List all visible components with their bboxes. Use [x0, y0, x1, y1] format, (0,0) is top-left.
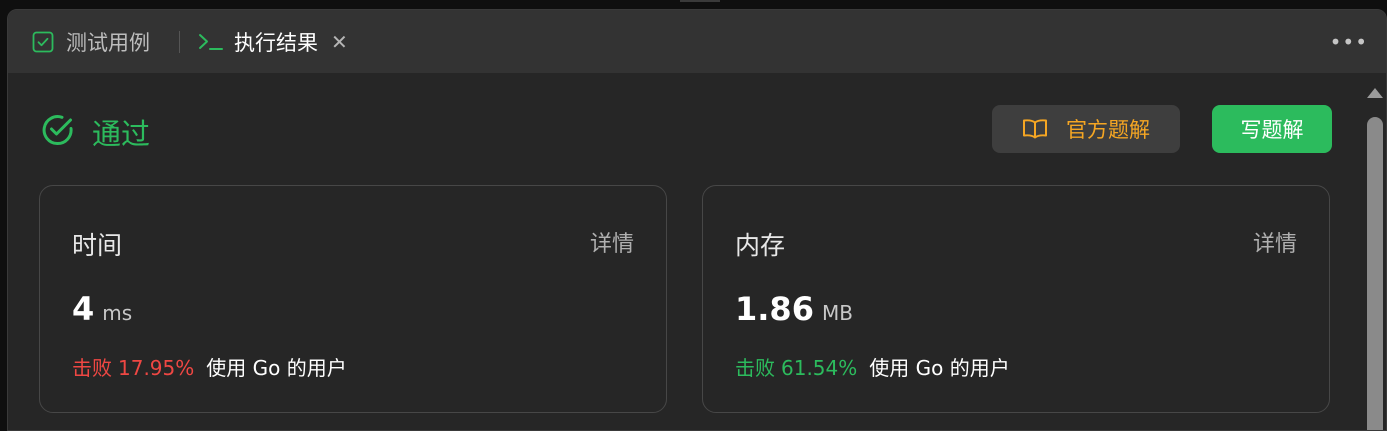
value-number: 1.86: [735, 290, 814, 328]
write-solution-label: 写题解: [1240, 118, 1304, 142]
card-title: 内存: [735, 231, 786, 260]
check-circle-icon: [40, 112, 76, 152]
beat-label: 击败: [735, 356, 775, 380]
status-header: 通过: [40, 111, 150, 153]
beat-stat: 击败 61.54% 使用 Go 的用户: [735, 352, 1010, 381]
checkbox-icon: [32, 31, 54, 53]
status-label: 通过: [92, 117, 151, 151]
tab-divider: [179, 31, 180, 53]
beat-label: 击败: [72, 356, 112, 380]
card-title: 时间: [72, 231, 123, 260]
tab-label: 执行结果: [234, 30, 318, 55]
memory-card: 内存 详情 1.86 MB 击败 61.54% 使用 Go 的用户: [702, 185, 1330, 413]
beat-percent: 17.95%: [118, 356, 195, 380]
official-solution-label: 官方题解: [1066, 118, 1150, 142]
beat-description: 使用 Go 的用户: [206, 356, 347, 380]
scroll-thumb[interactable]: [1367, 117, 1383, 430]
tab-run-result[interactable]: 执行结果 ✕: [198, 10, 348, 73]
detail-link[interactable]: 详情: [1253, 226, 1297, 258]
more-options-icon[interactable]: •••: [1330, 30, 1368, 54]
value-unit: MB: [821, 301, 853, 325]
detail-link[interactable]: 详情: [590, 226, 634, 258]
write-solution-button[interactable]: 写题解: [1212, 105, 1332, 153]
beat-stat: 击败 17.95% 使用 Go 的用户: [72, 352, 347, 381]
window-notch: [680, 0, 720, 2]
memory-value: 1.86 MB: [735, 290, 853, 328]
value-number: 4: [72, 290, 95, 328]
beat-percent: 61.54%: [781, 356, 858, 380]
runtime-value: 4 ms: [72, 290, 132, 328]
tab-bar: 测试用例 执行结果 ✕ •••: [8, 10, 1386, 73]
result-content: 通过 官方题解 写题解 时间 详情 4 ms 击败 17.95% 使用 Go 的用…: [8, 73, 1364, 430]
runtime-card: 时间 详情 4 ms 击败 17.95% 使用 Go 的用户: [39, 185, 667, 413]
result-panel: 测试用例 执行结果 ✕ ••• 通过 官方题解 写题解 时间 详情 4 ms 击…: [7, 9, 1387, 431]
close-icon[interactable]: ✕: [331, 30, 348, 54]
tab-label: 测试用例: [66, 30, 150, 55]
tab-test-cases[interactable]: 测试用例: [32, 10, 150, 73]
terminal-icon: [198, 32, 224, 52]
beat-description: 使用 Go 的用户: [869, 356, 1010, 380]
official-solution-button[interactable]: 官方题解: [992, 105, 1180, 153]
vertical-scrollbar[interactable]: [1364, 73, 1386, 430]
scroll-up-icon[interactable]: [1367, 88, 1383, 98]
value-unit: ms: [102, 301, 133, 325]
book-icon: [1022, 118, 1048, 140]
